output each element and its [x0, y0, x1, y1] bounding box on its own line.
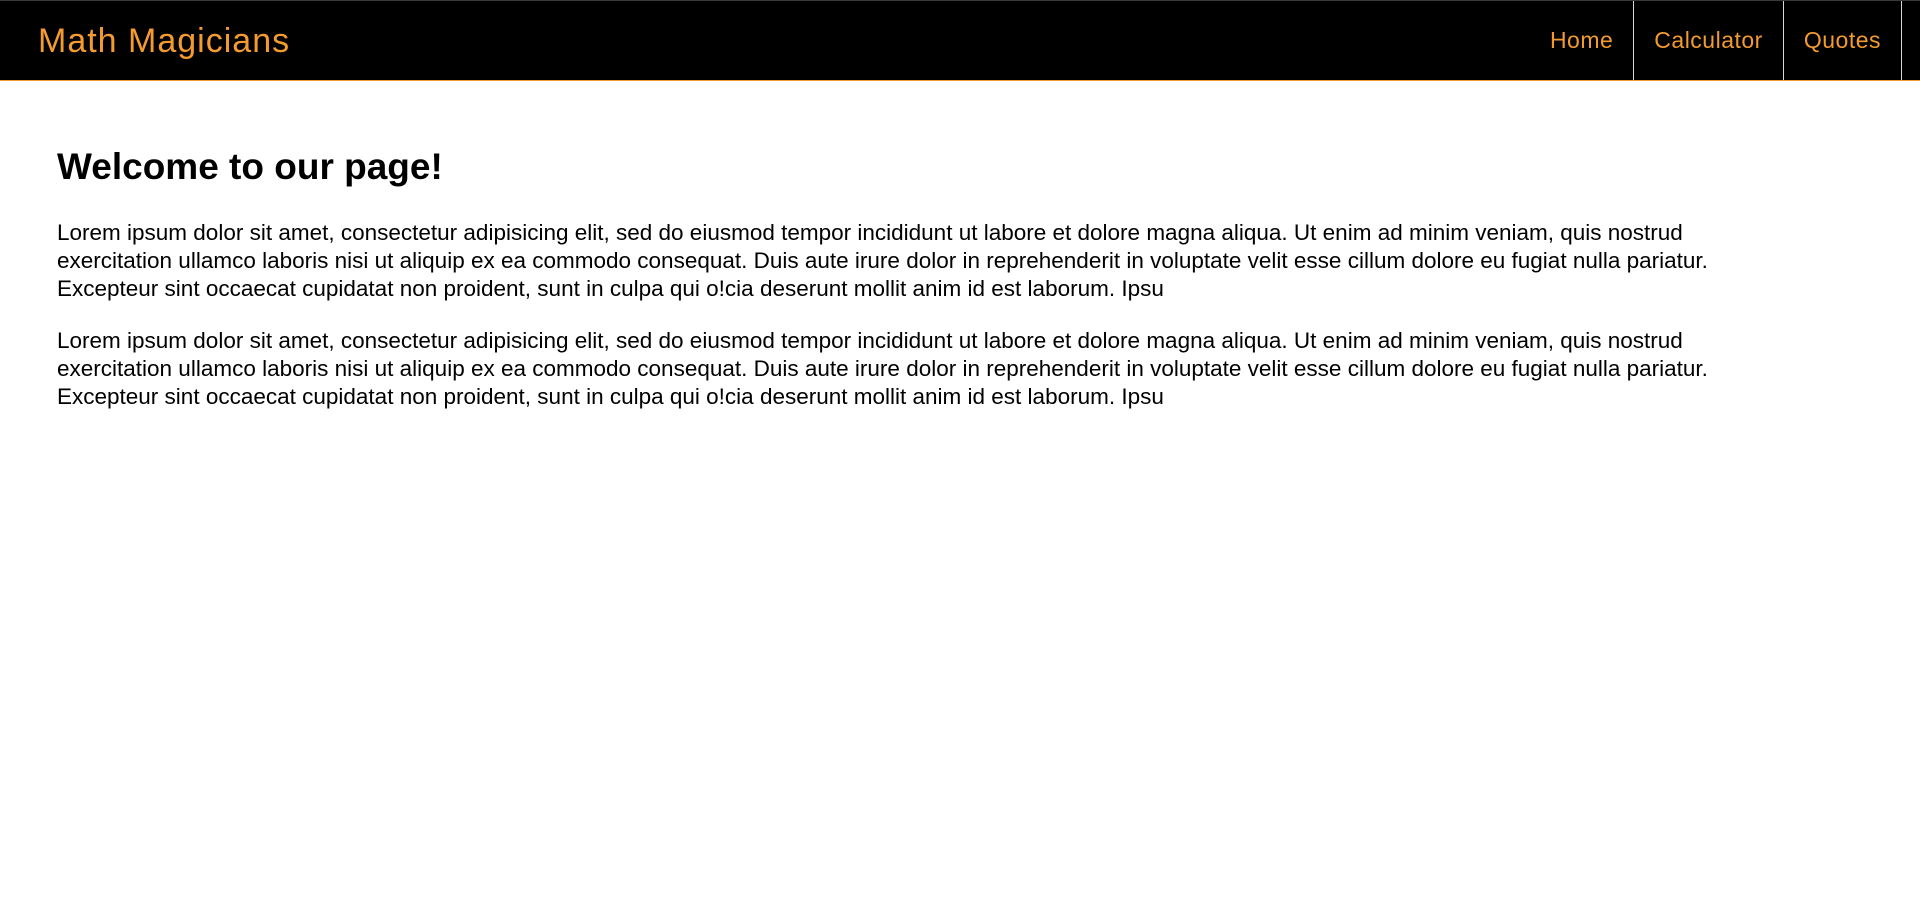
main-content: Welcome to our page! Lorem ipsum dolor s… [0, 81, 1820, 411]
nav-link-quotes[interactable]: Quotes [1784, 1, 1902, 80]
body-paragraph: Lorem ipsum dolor sit amet, consectetur … [57, 328, 1708, 410]
navbar: Math Magicians Home Calculator Quotes [0, 0, 1920, 81]
nav-links: Home Calculator Quotes [1530, 1, 1902, 80]
nav-link-calculator[interactable]: Calculator [1634, 1, 1784, 80]
page-title: Welcome to our page! [57, 146, 443, 187]
nav-link-home[interactable]: Home [1530, 1, 1635, 80]
brand-logo-link[interactable]: Math Magicians [38, 24, 290, 58]
body-paragraph: Lorem ipsum dolor sit amet, consectetur … [57, 220, 1708, 302]
